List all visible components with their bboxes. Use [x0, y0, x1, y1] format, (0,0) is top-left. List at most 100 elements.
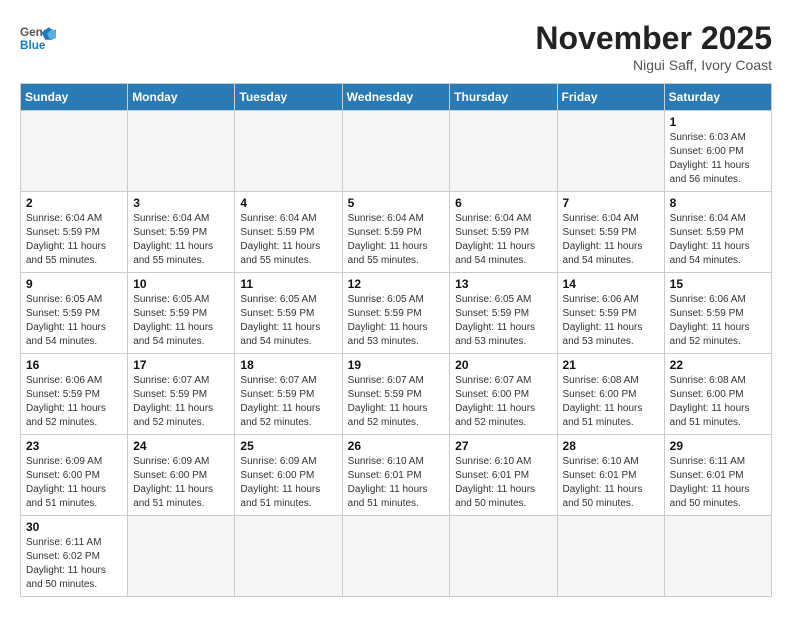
calendar-cell: 10Sunrise: 6:05 AMSunset: 5:59 PMDayligh…: [128, 273, 235, 354]
day-number: 6: [455, 196, 551, 210]
day-number: 14: [563, 277, 659, 291]
weekday-header: Wednesday: [342, 84, 450, 111]
calendar-cell: [450, 111, 557, 192]
day-number: 12: [348, 277, 445, 291]
day-number: 8: [670, 196, 766, 210]
calendar-cell: 6 Sunrise: 6:04 AMSunset: 5:59 PMDaylight…: [450, 192, 557, 273]
day-info: Sunrise: 6:07 AMSunset: 5:59 PMDaylight:…: [348, 374, 445, 430]
calendar-cell: 12 Sunrise: 6:05 AMSunset: 5:59 PMDayligh…: [342, 273, 450, 354]
day-info: Sunrise: 6:09 AMSunset: 6:00 PMDaylight:…: [26, 455, 122, 511]
day-number: 22: [670, 358, 766, 372]
day-number: 25: [240, 439, 336, 453]
day-info: Sunrise: 6:10 AMSunset: 6:01 PMDaylight:…: [455, 455, 551, 511]
calendar-cell: 8 Sunrise: 6:04 AMSunset: 5:59 PMDaylight…: [664, 192, 771, 273]
day-info: Sunrise: 6:04 AMSunset: 5:59 PMDaylight:…: [240, 212, 336, 268]
day-number: 26: [348, 439, 445, 453]
calendar-week-row: 2 Sunrise: 6:04 AMSunset: 5:59 PMDaylight…: [21, 192, 772, 273]
day-info: Sunrise: 6:06 AMSunset: 5:59 PMDaylight:…: [670, 293, 766, 349]
calendar-cell: 25 Sunrise: 6:09 AMSunset: 6:00 PMDayligh…: [235, 435, 342, 516]
location: Nigui Saff, Ivory Coast: [535, 57, 772, 73]
day-info: Sunrise: 6:05 AMSunset: 5:59 PMDaylight:…: [133, 293, 229, 349]
day-number: 23: [26, 439, 122, 453]
weekday-header: Tuesday: [235, 84, 342, 111]
calendar-week-row: 16Sunrise: 6:06 AMSunset: 5:59 PMDayligh…: [21, 354, 772, 435]
day-number: 1: [670, 115, 766, 129]
day-number: 18: [240, 358, 336, 372]
day-info: Sunrise: 6:06 AMSunset: 5:59 PMDaylight:…: [563, 293, 659, 349]
calendar-cell: 30Sunrise: 6:11 AMSunset: 6:02 PMDayligh…: [21, 516, 128, 597]
page-header: General Blue November 2025 Nigui Saff, I…: [20, 20, 772, 73]
calendar-cell: 9 Sunrise: 6:05 AMSunset: 5:59 PMDaylight…: [21, 273, 128, 354]
calendar-cell: 18 Sunrise: 6:07 AMSunset: 5:59 PMDayligh…: [235, 354, 342, 435]
day-info: Sunrise: 6:03 AMSunset: 6:00 PMDaylight:…: [670, 131, 766, 187]
day-info: Sunrise: 6:07 AMSunset: 6:00 PMDaylight:…: [455, 374, 551, 430]
calendar-cell: 17Sunrise: 6:07 AMSunset: 5:59 PMDayligh…: [128, 354, 235, 435]
calendar-cell: 4Sunrise: 6:04 AMSunset: 5:59 PMDaylight…: [235, 192, 342, 273]
calendar-cell: 7Sunrise: 6:04 AMSunset: 5:59 PMDaylight…: [557, 192, 664, 273]
calendar-header-row: SundayMondayTuesdayWednesdayThursdayFrid…: [21, 84, 772, 111]
day-info: Sunrise: 6:04 AMSunset: 5:59 PMDaylight:…: [455, 212, 551, 268]
calendar-cell: 11 Sunrise: 6:05 AMSunset: 5:59 PMDayligh…: [235, 273, 342, 354]
calendar-cell: [557, 516, 664, 597]
day-number: 3: [133, 196, 229, 210]
day-info: Sunrise: 6:05 AMSunset: 5:59 PMDaylight:…: [26, 293, 122, 349]
calendar-cell: [128, 516, 235, 597]
day-info: Sunrise: 6:08 AMSunset: 6:00 PMDaylight:…: [563, 374, 659, 430]
day-number: 9: [26, 277, 122, 291]
calendar-cell: [664, 516, 771, 597]
day-info: Sunrise: 6:10 AMSunset: 6:01 PMDaylight:…: [563, 455, 659, 511]
calendar-cell: [450, 516, 557, 597]
month-title: November 2025: [535, 20, 772, 57]
day-number: 29: [670, 439, 766, 453]
day-number: 5: [348, 196, 445, 210]
calendar-cell: 3 Sunrise: 6:04 AMSunset: 5:59 PMDaylight…: [128, 192, 235, 273]
day-number: 11: [240, 277, 336, 291]
calendar-cell: 14 Sunrise: 6:06 AMSunset: 5:59 PMDayligh…: [557, 273, 664, 354]
day-info: Sunrise: 6:07 AMSunset: 5:59 PMDaylight:…: [240, 374, 336, 430]
day-info: Sunrise: 6:05 AMSunset: 5:59 PMDaylight:…: [348, 293, 445, 349]
calendar-cell: 22 Sunrise: 6:08 AMSunset: 6:00 PMDayligh…: [664, 354, 771, 435]
day-info: Sunrise: 6:04 AMSunset: 5:59 PMDaylight:…: [133, 212, 229, 268]
day-info: Sunrise: 6:11 AMSunset: 6:02 PMDaylight:…: [26, 536, 122, 592]
calendar-cell: 5Sunrise: 6:04 AMSunset: 5:59 PMDaylight…: [342, 192, 450, 273]
calendar-cell: [342, 111, 450, 192]
calendar-week-row: 9 Sunrise: 6:05 AMSunset: 5:59 PMDaylight…: [21, 273, 772, 354]
calendar-cell: 13Sunrise: 6:05 AMSunset: 5:59 PMDayligh…: [450, 273, 557, 354]
day-number: 2: [26, 196, 122, 210]
day-info: Sunrise: 6:04 AMSunset: 5:59 PMDaylight:…: [563, 212, 659, 268]
title-block: November 2025 Nigui Saff, Ivory Coast: [535, 20, 772, 73]
calendar-cell: [235, 111, 342, 192]
day-number: 24: [133, 439, 229, 453]
calendar-cell: 26Sunrise: 6:10 AMSunset: 6:01 PMDayligh…: [342, 435, 450, 516]
weekday-header: Friday: [557, 84, 664, 111]
day-number: 19: [348, 358, 445, 372]
day-info: Sunrise: 6:07 AMSunset: 5:59 PMDaylight:…: [133, 374, 229, 430]
calendar-cell: [557, 111, 664, 192]
day-info: Sunrise: 6:09 AMSunset: 6:00 PMDaylight:…: [133, 455, 229, 511]
calendar-cell: 23 Sunrise: 6:09 AMSunset: 6:00 PMDayligh…: [21, 435, 128, 516]
day-number: 28: [563, 439, 659, 453]
calendar-cell: [235, 516, 342, 597]
calendar-cell: 29Sunrise: 6:11 AMSunset: 6:01 PMDayligh…: [664, 435, 771, 516]
day-info: Sunrise: 6:05 AMSunset: 5:59 PMDaylight:…: [455, 293, 551, 349]
day-info: Sunrise: 6:09 AMSunset: 6:00 PMDaylight:…: [240, 455, 336, 511]
calendar-cell: 27 Sunrise: 6:10 AMSunset: 6:01 PMDayligh…: [450, 435, 557, 516]
weekday-header: Saturday: [664, 84, 771, 111]
calendar-cell: [128, 111, 235, 192]
calendar-cell: 24 Sunrise: 6:09 AMSunset: 6:00 PMDayligh…: [128, 435, 235, 516]
day-info: Sunrise: 6:05 AMSunset: 5:59 PMDaylight:…: [240, 293, 336, 349]
day-info: Sunrise: 6:04 AMSunset: 5:59 PMDaylight:…: [26, 212, 122, 268]
calendar-cell: [342, 516, 450, 597]
day-number: 21: [563, 358, 659, 372]
day-info: Sunrise: 6:08 AMSunset: 6:00 PMDaylight:…: [670, 374, 766, 430]
day-info: Sunrise: 6:04 AMSunset: 5:59 PMDaylight:…: [670, 212, 766, 268]
day-number: 27: [455, 439, 551, 453]
calendar-week-row: 1 Sunrise: 6:03 AMSunset: 6:00 PMDaylight…: [21, 111, 772, 192]
calendar-cell: 21 Sunrise: 6:08 AMSunset: 6:00 PMDayligh…: [557, 354, 664, 435]
weekday-header: Thursday: [450, 84, 557, 111]
calendar-cell: 1 Sunrise: 6:03 AMSunset: 6:00 PMDaylight…: [664, 111, 771, 192]
calendar-cell: 19 Sunrise: 6:07 AMSunset: 5:59 PMDayligh…: [342, 354, 450, 435]
svg-text:Blue: Blue: [20, 39, 46, 52]
logo-icon: General Blue: [20, 20, 56, 56]
day-number: 20: [455, 358, 551, 372]
